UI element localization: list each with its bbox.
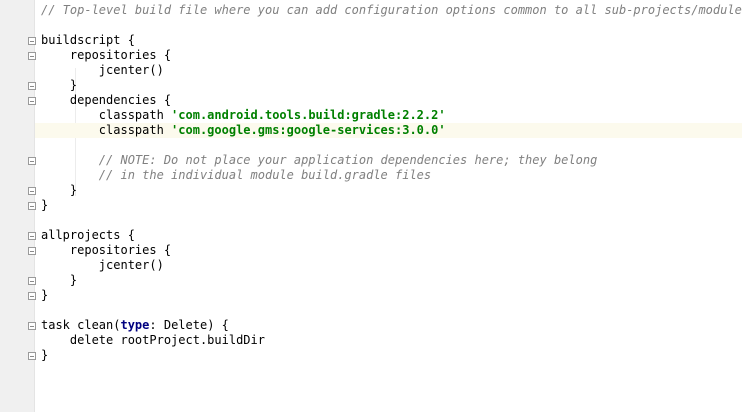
code-text: classpath xyxy=(41,108,172,122)
code-line[interactable]: } xyxy=(35,288,742,303)
code-string: 'com.google.gms:google-services:3.0.0' xyxy=(171,123,446,137)
code-text: repositories { xyxy=(41,48,172,62)
code-line[interactable]: // NOTE: Do not place your application d… xyxy=(35,153,742,168)
code-line[interactable] xyxy=(35,18,742,33)
code-text: } xyxy=(41,78,78,92)
code-string: 'com.android.tools.build:gradle:2.2.2' xyxy=(171,108,446,122)
code-text: classpath xyxy=(41,123,172,137)
code-line[interactable]: } xyxy=(35,348,742,363)
code-text: } xyxy=(41,348,49,362)
code-line[interactable]: task clean(type: Delete) { xyxy=(35,318,742,333)
code-text: jcenter() xyxy=(41,258,164,272)
code-area[interactable]: // Top-level build file where you can ad… xyxy=(35,0,742,412)
code-text: task clean( xyxy=(41,318,121,332)
code-line[interactable]: jcenter() xyxy=(35,63,742,78)
code-text: jcenter() xyxy=(41,63,164,77)
code-text: allprojects { xyxy=(41,228,135,242)
code-line[interactable]: // Top-level build file where you can ad… xyxy=(35,3,742,18)
code-line[interactable]: buildscript { xyxy=(35,33,742,48)
code-line[interactable]: allprojects { xyxy=(35,228,742,243)
code-keyword: type xyxy=(120,318,150,332)
code-line[interactable]: } xyxy=(35,198,742,213)
code-line[interactable]: dependencies { xyxy=(35,93,742,108)
code-text: } xyxy=(41,183,78,197)
code-line[interactable]: repositories { xyxy=(35,243,742,258)
code-comment: // NOTE: Do not place your application d… xyxy=(41,153,598,167)
code-line[interactable] xyxy=(35,213,742,228)
code-line[interactable]: jcenter() xyxy=(35,258,742,273)
code-line[interactable] xyxy=(35,138,742,153)
current-line-highlight xyxy=(0,123,34,138)
code-text: repositories { xyxy=(41,243,172,257)
code-comment: // in the individual module build.gradle… xyxy=(41,168,432,182)
code-comment: // Top-level build file where you can ad… xyxy=(41,3,742,17)
code-text: buildscript { xyxy=(41,33,135,47)
code-line[interactable]: classpath 'com.android.tools.build:gradl… xyxy=(35,108,742,123)
code-text: delete rootProject.buildDir xyxy=(41,333,265,347)
code-line[interactable]: repositories { xyxy=(35,48,742,63)
code-line[interactable]: classpath 'com.google.gms:google-service… xyxy=(35,123,742,138)
code-line[interactable]: } xyxy=(35,78,742,93)
code-editor[interactable]: // Top-level build file where you can ad… xyxy=(0,0,742,412)
code-text: : Delete) { xyxy=(149,318,229,332)
code-text: dependencies { xyxy=(41,93,172,107)
code-line[interactable] xyxy=(35,303,742,318)
code-text: } xyxy=(41,198,49,212)
editor-gutter[interactable] xyxy=(0,0,36,412)
code-text: } xyxy=(41,273,78,287)
code-line[interactable]: } xyxy=(35,183,742,198)
code-line[interactable]: // in the individual module build.gradle… xyxy=(35,168,742,183)
code-line[interactable]: } xyxy=(35,273,742,288)
code-line[interactable]: delete rootProject.buildDir xyxy=(35,333,742,348)
code-text: } xyxy=(41,288,49,302)
